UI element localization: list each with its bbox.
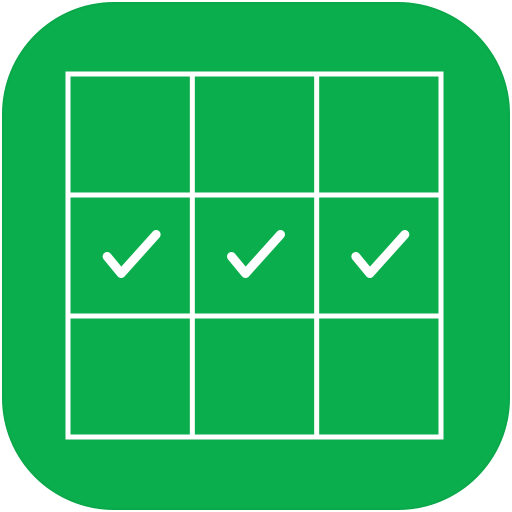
grid-cell-r3-c2[interactable]: [196, 320, 312, 433]
app-icon-canvas: [0, 0, 512, 512]
grid-cell-r2-c1[interactable]: [72, 199, 188, 312]
grid-cell-r1-c3[interactable]: [321, 78, 437, 191]
grid-cell-r2-c2[interactable]: [196, 199, 312, 312]
grid-cell-r1-c1[interactable]: [72, 78, 188, 191]
checklist-grid: [65, 71, 444, 440]
grid-cell-r1-c2[interactable]: [196, 78, 312, 191]
grid-cell-r3-c3[interactable]: [321, 320, 437, 433]
grid-cell-r2-c3[interactable]: [321, 199, 437, 312]
grid-cell-r3-c1[interactable]: [72, 320, 188, 433]
